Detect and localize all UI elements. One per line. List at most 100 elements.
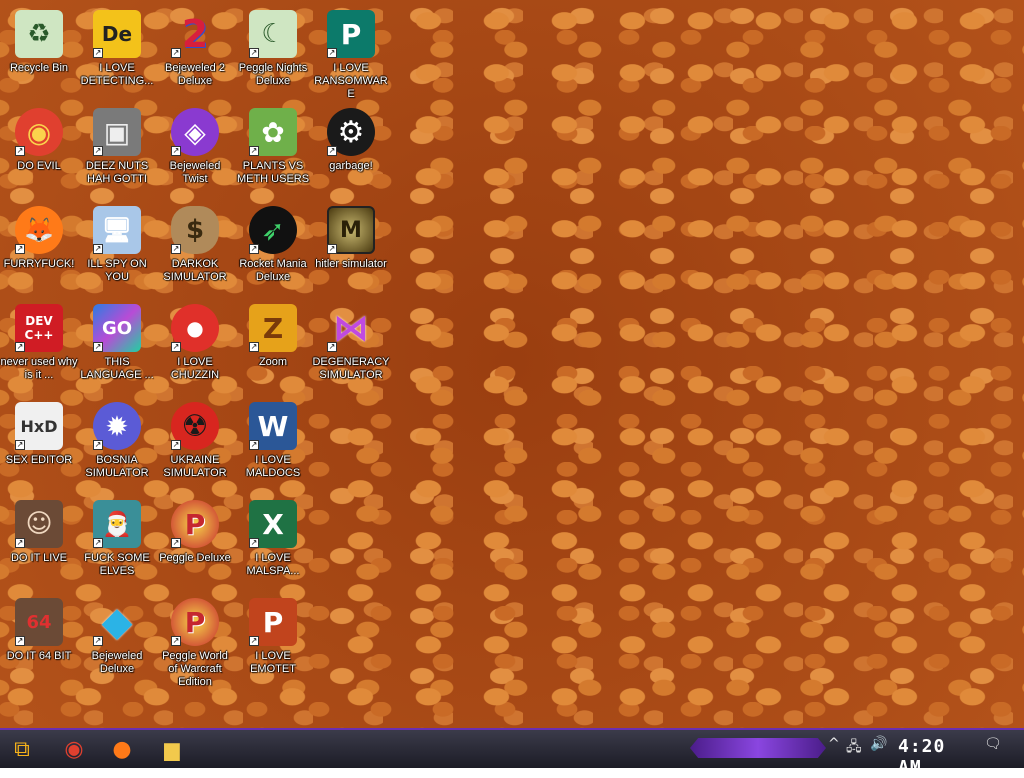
- desktop-icon-do-it-64-bit[interactable]: 64 DO IT 64 BIT ↗: [0, 592, 78, 688]
- taskbar-chrome[interactable]: ◉: [58, 734, 90, 764]
- shortcut-arrow-icon: ↗: [93, 342, 103, 352]
- icon-label: I LOVE RANSOMWARE: [314, 62, 388, 100]
- icon-label: DARKOK SIMULATOR: [163, 258, 227, 283]
- shortcut-arrow-icon: ↗: [93, 636, 103, 646]
- icon-label: Recycle Bin: [9, 62, 69, 74]
- icon-label: DO IT 64 BIT: [6, 650, 72, 662]
- desktop[interactable]: ♻ Recycle Bin ◉ DO EVIL ↗ 🦊 FURRYFUCK! ↗…: [0, 0, 1024, 728]
- taskbar: ⧉ ◉ ● ▆ ^ 🖧 🔊 4:20 AM 🗨: [0, 728, 1024, 778]
- desktop-icon-peggle-nights[interactable]: ☾ Peggle Nights Deluxe ↗: [234, 4, 312, 100]
- shortcut-arrow-icon: ↗: [249, 440, 259, 450]
- icon-label: FUCK SOME ELVES: [84, 552, 150, 577]
- shortcut-arrow-icon: ↗: [171, 244, 181, 254]
- desktop-icon-detect-it-easy[interactable]: De I LOVE DETECTING... ↗: [78, 4, 156, 100]
- desktop-icon-bejeweled-twist[interactable]: ◈ Bejeweled Twist ↗: [156, 102, 234, 198]
- desktop-icon-i-love-emotet[interactable]: P I LOVE EMOTET ↗: [234, 592, 312, 688]
- icon-label: Bejeweled Twist: [169, 160, 221, 185]
- shortcut-arrow-icon: ↗: [15, 146, 25, 156]
- shortcut-arrow-icon: ↗: [15, 538, 25, 548]
- chrome-icon: ◉: [64, 736, 84, 762]
- shortcut-arrow-icon: ↗: [171, 48, 181, 58]
- recycle-bin-icon: ♻: [15, 10, 63, 58]
- desktop-icon-i-love-ransomware[interactable]: P I LOVE RANSOMWARE ↗: [312, 4, 390, 100]
- shortcut-arrow-icon: ↗: [15, 244, 25, 254]
- desktop-icon-darkok-simulator[interactable]: $ DARKOK SIMULATOR ↗: [156, 200, 234, 296]
- shortcut-arrow-icon: ↗: [249, 146, 259, 156]
- desktop-icon-sex-editor[interactable]: HxD SEX EDITOR ↗: [0, 396, 78, 492]
- desktop-icon-garbage[interactable]: ⚙ garbage! ↗: [312, 102, 390, 198]
- start-button[interactable]: ⧉: [6, 734, 38, 764]
- icon-label: DO IT LIVE: [10, 552, 68, 564]
- icon-label: ILL SPY ON YOU: [87, 258, 147, 283]
- shortcut-arrow-icon: ↗: [249, 244, 259, 254]
- desktop-icon-this-language[interactable]: GO THIS LANGUAGE ... ↗: [78, 298, 156, 394]
- shortcut-arrow-icon: ↗: [327, 342, 337, 352]
- desktop-icon-hitler-simulator[interactable]: M hitler simulator ↗: [312, 200, 390, 296]
- shortcut-arrow-icon: ↗: [15, 342, 25, 352]
- icon-label: BOSNIA SIMULATOR: [85, 454, 149, 479]
- network-icon[interactable]: 🖧: [846, 736, 862, 760]
- shortcut-arrow-icon: ↗: [327, 244, 337, 254]
- notifications-icon[interactable]: 🗨: [984, 736, 1002, 752]
- shortcut-arrow-icon: ↗: [15, 636, 25, 646]
- desktop-icon-devcpp[interactable]: DEV C++ never used why is it ... ↗: [0, 298, 78, 394]
- icon-label: PLANTS VS METH USERS: [236, 160, 310, 185]
- folder-icon: ▆: [164, 737, 180, 761]
- desktop-icon-bejeweled-deluxe[interactable]: ◆ Bejeweled Deluxe ↗: [78, 592, 156, 688]
- icon-label: Peggle Nights Deluxe: [238, 62, 308, 87]
- icon-label: I LOVE MALSPA...: [246, 552, 300, 577]
- shortcut-arrow-icon: ↗: [93, 48, 103, 58]
- desktop-icon-i-love-malspa[interactable]: X I LOVE MALSPA... ↗: [234, 494, 312, 590]
- shortcut-arrow-icon: ↗: [249, 636, 259, 646]
- taskbar-explorer[interactable]: ▆: [156, 734, 188, 764]
- shortcut-arrow-icon: ↗: [93, 146, 103, 156]
- icon-label: DEEZ NUTS HAH GOTTI: [85, 160, 149, 185]
- icon-label: Bejeweled Deluxe: [91, 650, 143, 675]
- desktop-icon-bejeweled-2-deluxe[interactable]: 2 Bejeweled 2 Deluxe ↗: [156, 4, 234, 100]
- desktop-icon-ill-spy-on-you[interactable]: 🖥 ILL SPY ON YOU ↗: [78, 200, 156, 296]
- start-logo-icon: ⧉: [14, 736, 30, 762]
- desktop-icon-zoom[interactable]: Z Zoom ↗: [234, 298, 312, 394]
- icon-label: Peggle World of Warcraft Edition: [162, 650, 228, 688]
- icon-label: FURRYFUCK!: [3, 258, 75, 270]
- icon-label: hitler simulator: [315, 258, 387, 270]
- desktop-icon-plants-vs-meth[interactable]: ✿ PLANTS VS METH USERS ↗: [234, 102, 312, 198]
- clock[interactable]: 4:20 AM: [898, 736, 966, 778]
- desktop-icon-do-it-live[interactable]: ☺ DO IT LIVE ↗: [0, 494, 78, 590]
- icon-label: Rocket Mania Deluxe: [239, 258, 307, 283]
- desktop-icon-i-love-chuzzin[interactable]: ● I LOVE CHUZZIN ↗: [156, 298, 234, 394]
- icon-label: DEGENERACY SIMULATOR: [312, 356, 390, 381]
- volume-icon[interactable]: 🔊: [870, 736, 887, 752]
- icon-label: never used why is it ...: [0, 356, 78, 381]
- shortcut-arrow-icon: ↗: [171, 146, 181, 156]
- desktop-icon-peggle-deluxe[interactable]: P Peggle Deluxe ↗: [156, 494, 234, 590]
- shortcut-arrow-icon: ↗: [249, 48, 259, 58]
- icon-label: Bejeweled 2 Deluxe: [165, 62, 225, 87]
- shortcut-arrow-icon: ↗: [327, 146, 337, 156]
- desktop-icon-fuck-some-elves[interactable]: 🎅 FUCK SOME ELVES ↗: [78, 494, 156, 590]
- shortcut-arrow-icon: ↗: [93, 538, 103, 548]
- tray-overflow-chevron-icon[interactable]: ^: [828, 736, 840, 752]
- desktop-icon-degeneracy-simulator[interactable]: ⋈ DEGENERACY SIMULATOR ↗: [312, 298, 390, 394]
- taskbar-firefox[interactable]: ●: [106, 734, 138, 764]
- desktop-icon-i-love-maldocs[interactable]: W I LOVE MALDOCS ↗: [234, 396, 312, 492]
- desktop-icon-deez-nuts[interactable]: ▣ DEEZ NUTS HAH GOTTI ↗: [78, 102, 156, 198]
- shortcut-arrow-icon: ↗: [171, 538, 181, 548]
- icon-label: garbage!: [329, 160, 373, 172]
- desktop-icon-do-evil[interactable]: ◉ DO EVIL ↗: [0, 102, 78, 198]
- icon-label: UKRAINE SIMULATOR: [163, 454, 227, 479]
- shortcut-arrow-icon: ↗: [93, 440, 103, 450]
- desktop-icon-recycle-bin[interactable]: ♻ Recycle Bin: [0, 4, 78, 100]
- desktop-icon-ukraine-simulator[interactable]: ☢ UKRAINE SIMULATOR ↗: [156, 396, 234, 492]
- desktop-icon-bosnia-simulator[interactable]: ✹ BOSNIA SIMULATOR ↗: [78, 396, 156, 492]
- icon-label: Zoom: [258, 356, 288, 368]
- icon-label: SEX EDITOR: [5, 454, 73, 466]
- icon-label: Peggle Deluxe: [159, 552, 231, 564]
- icon-label: I LOVE DETECTING...: [80, 62, 154, 87]
- icon-label: DO EVIL: [17, 160, 61, 172]
- desktop-icon-furryfuck[interactable]: 🦊 FURRYFUCK! ↗: [0, 200, 78, 296]
- taskbar-decoration: [690, 738, 826, 758]
- desktop-icon-rocket-mania[interactable]: ➶ Rocket Mania Deluxe ↗: [234, 200, 312, 296]
- icon-label: I LOVE EMOTET: [250, 650, 296, 675]
- desktop-icon-peggle-wow[interactable]: P Peggle World of Warcraft Edition ↗: [156, 592, 234, 688]
